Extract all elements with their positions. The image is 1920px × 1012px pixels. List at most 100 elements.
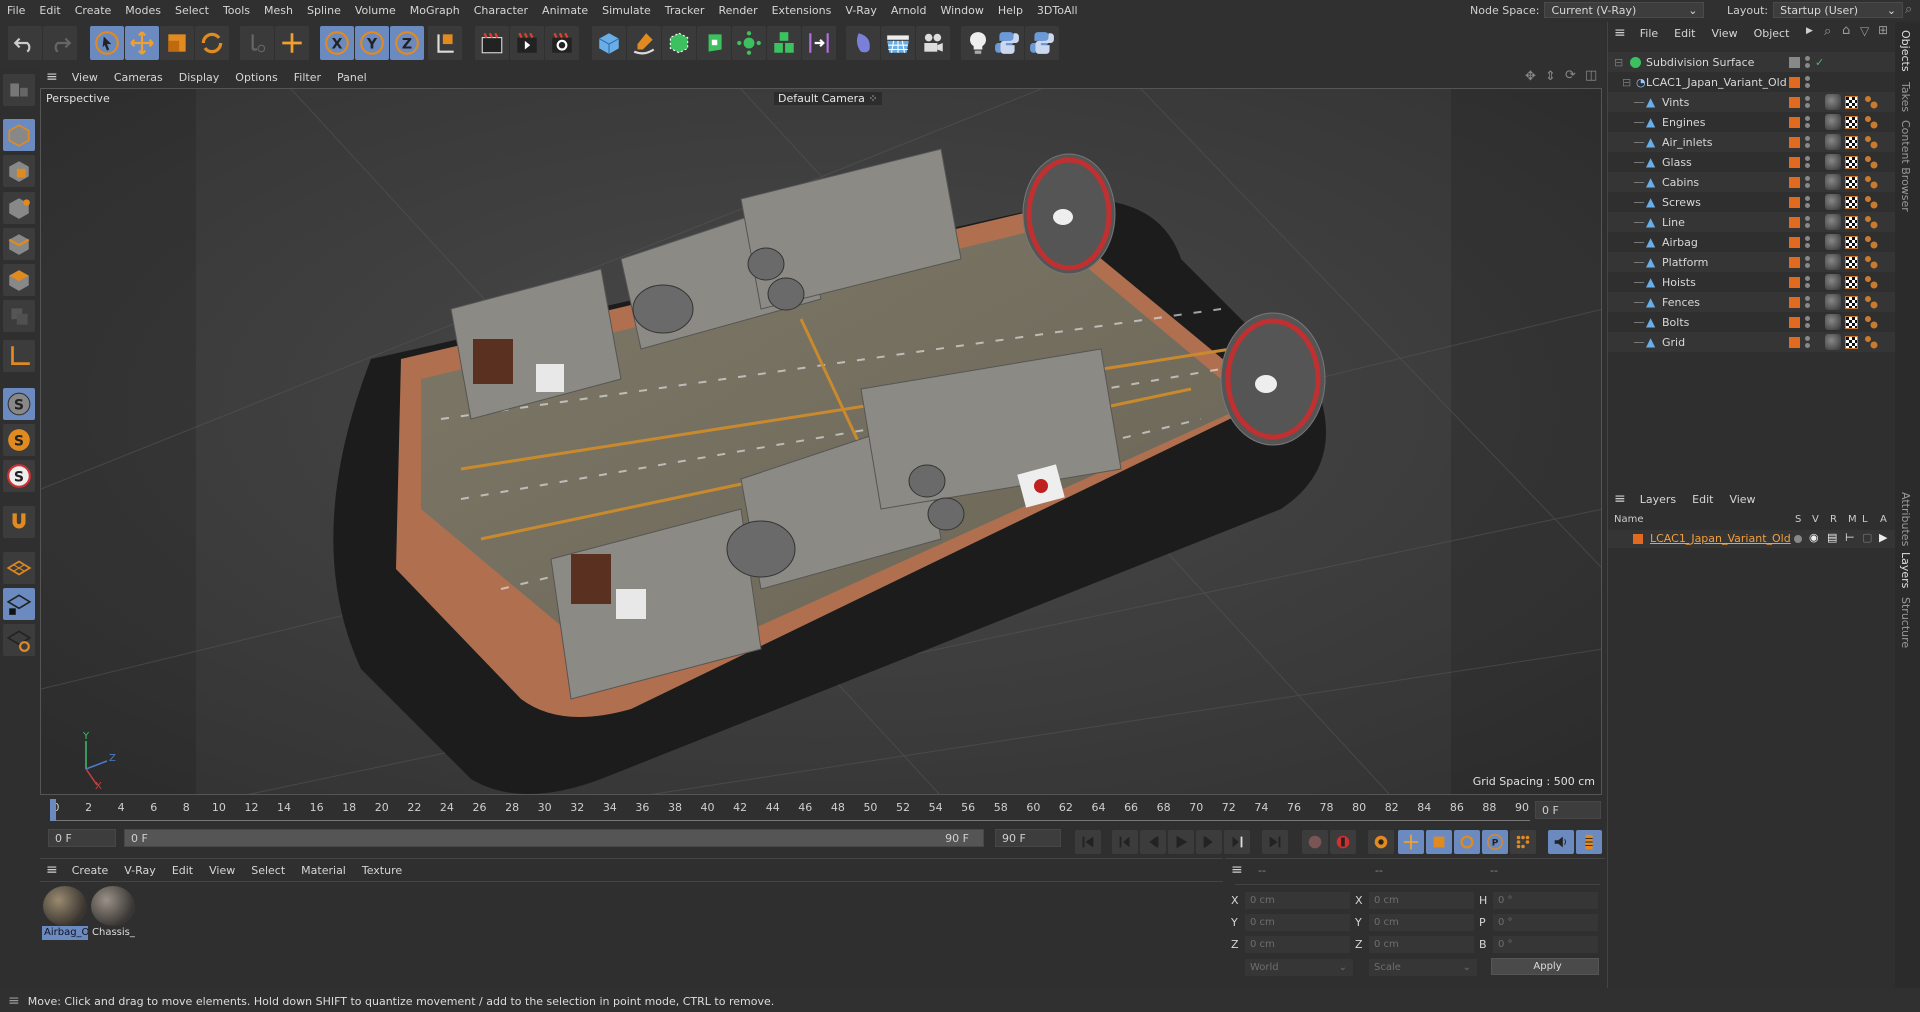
vray-tag-icon[interactable] xyxy=(1864,95,1878,109)
rot-b-field[interactable]: 0 ° xyxy=(1493,936,1598,953)
layer-color-swatch[interactable] xyxy=(1789,116,1800,128)
texture-tag-icon[interactable] xyxy=(1845,175,1858,189)
cube-icon[interactable] xyxy=(592,26,626,60)
next-frame-button[interactable] xyxy=(1196,830,1222,854)
vray-tag-icon[interactable] xyxy=(1864,115,1878,129)
field-icon[interactable] xyxy=(846,26,880,60)
planar-workplane-icon[interactable] xyxy=(3,624,35,656)
object-menu-file[interactable]: File xyxy=(1632,27,1666,40)
material-tag-icon[interactable] xyxy=(1825,274,1841,290)
layer-row[interactable]: LCAC1_Japan_Variant_Old ◉ ▤ ⊢ ▢ ▶ xyxy=(1608,530,1895,548)
coordinate-space-dropdown[interactable]: World ⌄ xyxy=(1245,959,1353,976)
x-axis-lock-icon[interactable]: X xyxy=(320,26,354,60)
key-position-button[interactable] xyxy=(1398,830,1424,854)
vray-tag-icon[interactable] xyxy=(1864,255,1878,269)
workplane-icon[interactable] xyxy=(3,552,35,584)
python-icon-2[interactable] xyxy=(1025,26,1059,60)
search-icon[interactable]: ⌕ xyxy=(1824,24,1831,39)
previous-key-button[interactable] xyxy=(1112,830,1138,854)
menu-vray[interactable]: V-Ray xyxy=(838,4,884,17)
material-tag-icon[interactable] xyxy=(1825,174,1841,190)
select-tool-icon[interactable] xyxy=(90,26,124,60)
zoom-view-icon[interactable]: ⇕ xyxy=(1545,69,1556,84)
eye-icon[interactable]: ◉ xyxy=(1809,531,1819,544)
visibility-dots[interactable] xyxy=(1805,335,1810,349)
visibility-dots[interactable] xyxy=(1805,115,1810,129)
texture-tag-icon[interactable] xyxy=(1845,155,1858,169)
key-rotation-button[interactable] xyxy=(1454,830,1480,854)
object-row[interactable]: ▲ Glass xyxy=(1608,152,1895,172)
layer-color-swatch[interactable] xyxy=(1789,216,1800,228)
tab-structure[interactable]: Structure xyxy=(1899,597,1912,648)
previous-frame-button[interactable] xyxy=(1140,830,1166,854)
object-row[interactable]: ▲ Air_inlets xyxy=(1608,132,1895,152)
axis-mode-icon[interactable] xyxy=(3,340,35,372)
visibility-dots[interactable] xyxy=(1805,75,1810,89)
menu-spline[interactable]: Spline xyxy=(300,4,348,17)
layer-color-swatch[interactable] xyxy=(1789,76,1800,88)
more-arrow-icon[interactable]: ▶ xyxy=(1806,26,1813,36)
vray-tag-icon[interactable] xyxy=(1864,275,1878,289)
make-editable-icon[interactable] xyxy=(3,74,35,106)
object-row[interactable]: ▲ Engines xyxy=(1608,112,1895,132)
solo-toggle[interactable] xyxy=(1794,535,1802,543)
z-axis-lock-icon[interactable]: Z xyxy=(390,26,424,60)
hamburger-icon[interactable]: ≡ xyxy=(1231,862,1243,878)
object-row[interactable]: ▲ Line xyxy=(1608,212,1895,232)
menu-file[interactable]: File xyxy=(0,4,32,17)
texture-tag-icon[interactable] xyxy=(1845,315,1858,329)
menu-tools[interactable]: Tools xyxy=(216,4,257,17)
layer-color-swatch[interactable] xyxy=(1789,276,1800,288)
key-parameter-button[interactable]: P xyxy=(1482,830,1508,854)
play-button[interactable] xyxy=(1168,830,1194,854)
tree-expander-icon[interactable]: ⊟ xyxy=(1614,56,1623,69)
visibility-dots[interactable] xyxy=(1805,95,1810,109)
material-tag-icon[interactable] xyxy=(1825,234,1841,250)
layer-color-swatch[interactable] xyxy=(1789,336,1800,348)
uv-mode-icon[interactable] xyxy=(3,300,35,332)
hamburger-icon[interactable]: ≡ xyxy=(0,993,28,1009)
menu-mesh[interactable]: Mesh xyxy=(257,4,300,17)
object-row[interactable]: ▲ Platform xyxy=(1608,252,1895,272)
deformer-icon[interactable] xyxy=(802,26,836,60)
start-frame-field[interactable]: 0 F xyxy=(48,829,116,847)
move-tool-icon[interactable] xyxy=(125,26,159,60)
key-scale-button[interactable] xyxy=(1426,830,1452,854)
material-menu-vray[interactable]: V-Ray xyxy=(116,864,164,877)
material-menu-edit[interactable]: Edit xyxy=(164,864,201,877)
pos-x-field[interactable]: 0 cm xyxy=(1245,892,1350,909)
animation-icon[interactable]: ▶ xyxy=(1879,531,1887,544)
texture-mode-icon[interactable] xyxy=(3,155,35,187)
menu-tracker[interactable]: Tracker xyxy=(658,4,712,17)
layer-color-swatch[interactable] xyxy=(1789,136,1800,148)
vray-tag-icon[interactable] xyxy=(1864,215,1878,229)
visibility-dots[interactable] xyxy=(1805,275,1810,289)
visibility-dots[interactable] xyxy=(1805,235,1810,249)
menu-arnold[interactable]: Arnold xyxy=(884,4,934,17)
lock-icon[interactable]: ▢ xyxy=(1862,531,1872,544)
material-menu-texture[interactable]: Texture xyxy=(354,864,410,877)
texture-tag-icon[interactable] xyxy=(1845,335,1858,349)
edges-mode-icon[interactable] xyxy=(3,228,35,260)
object-row[interactable]: ▲ Grid xyxy=(1608,332,1895,352)
current-frame-field[interactable]: 0 F xyxy=(1535,801,1601,819)
visibility-dots[interactable] xyxy=(1805,155,1810,169)
polygons-mode-icon[interactable] xyxy=(3,264,35,296)
render-settings-icon[interactable] xyxy=(545,26,579,60)
object-row-group[interactable]: ⊟ ◔ LCAC1_Japan_Variant_Old xyxy=(1608,72,1895,92)
home-icon[interactable]: ⌂ xyxy=(1842,23,1850,38)
menu-window[interactable]: Window xyxy=(933,4,990,17)
layer-color-swatch[interactable] xyxy=(1789,176,1800,188)
object-row[interactable]: ▲ Hoists xyxy=(1608,272,1895,292)
go-to-end-button[interactable] xyxy=(1262,830,1288,854)
viewport-menu-panel[interactable]: Panel xyxy=(329,71,375,84)
snap-icon[interactable]: S xyxy=(3,388,35,420)
object-row[interactable]: ▲ Airbag xyxy=(1608,232,1895,252)
object-row[interactable]: ▲ Fences xyxy=(1608,292,1895,312)
frame-range-slider[interactable]: 0 F 90 F xyxy=(124,829,984,847)
hamburger-icon[interactable]: ≡ xyxy=(40,862,64,878)
record-disabled-button[interactable] xyxy=(1302,830,1328,854)
points-mode-icon[interactable] xyxy=(3,192,35,224)
sound-button[interactable] xyxy=(1548,830,1574,854)
hamburger-icon[interactable]: ≡ xyxy=(1608,25,1632,41)
